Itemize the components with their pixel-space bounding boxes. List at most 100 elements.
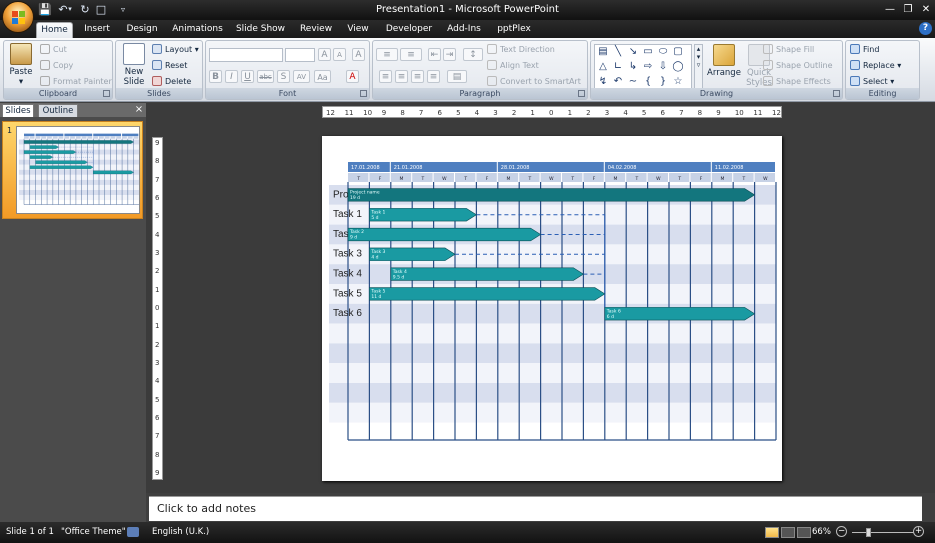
- tab-animations[interactable]: Animations: [171, 22, 224, 38]
- bold-button[interactable]: B: [209, 70, 222, 83]
- textbox-shape-icon[interactable]: ▤: [597, 46, 609, 58]
- shadow-button[interactable]: S: [277, 70, 290, 83]
- wave-shape-icon[interactable]: ∼: [627, 76, 639, 88]
- new-slide-button[interactable]: New Slide: [118, 43, 150, 87]
- office-button[interactable]: [2, 1, 34, 33]
- tab-add-ins[interactable]: Add-Ins: [444, 22, 484, 38]
- spell-check-icon[interactable]: [127, 527, 139, 537]
- align-center-icon[interactable]: ≡: [395, 70, 408, 83]
- left-brace-shape-icon[interactable]: {: [642, 76, 654, 88]
- find-button[interactable]: Find: [850, 44, 879, 55]
- paragraph-launcher-icon[interactable]: [578, 90, 585, 97]
- align-right-icon[interactable]: ≡: [411, 70, 424, 83]
- tab-review[interactable]: Review: [298, 22, 334, 38]
- tab-pptplex[interactable]: pptPlex: [494, 22, 534, 38]
- paste-button[interactable]: Paste ▾: [6, 43, 36, 87]
- oval-shape-icon[interactable]: ⬭: [657, 46, 669, 58]
- increase-indent-icon[interactable]: ⇥: [443, 48, 456, 61]
- elbow-connector-icon[interactable]: ∟: [612, 61, 624, 73]
- grow-font-button[interactable]: A: [318, 48, 331, 61]
- down-arrow-shape-icon[interactable]: ⇩: [657, 61, 669, 73]
- change-case-button[interactable]: Aa: [314, 70, 331, 83]
- notes-pane[interactable]: Click to add notes: [149, 496, 922, 521]
- convert-smartart-button[interactable]: Convert to SmartArt: [487, 76, 581, 87]
- tab-slide-show[interactable]: Slide Show: [234, 22, 287, 38]
- star-shape-icon[interactable]: ☆: [672, 76, 684, 88]
- tab-developer[interactable]: Developer: [383, 22, 435, 38]
- zoom-in-icon[interactable]: +: [913, 526, 924, 537]
- reset-button[interactable]: Reset: [152, 60, 187, 71]
- normal-view-icon[interactable]: [765, 527, 779, 538]
- language[interactable]: English (U.K.): [152, 527, 209, 537]
- right-brace-shape-icon[interactable]: }: [657, 76, 669, 88]
- cut-button[interactable]: Cut: [40, 44, 67, 55]
- arrange-button[interactable]: Arrange: [705, 44, 743, 78]
- rectangle-shape-icon[interactable]: ▭: [642, 46, 654, 58]
- ruler-tick-label: 7: [155, 432, 160, 441]
- line-spacing-icon[interactable]: ↕: [463, 48, 483, 61]
- clear-formatting-button[interactable]: A: [352, 48, 365, 61]
- gallery-scroll[interactable]: ▴ ▾ ▿: [694, 44, 703, 89]
- zoom-slider[interactable]: [852, 532, 914, 533]
- numbering-icon[interactable]: ≡: [400, 48, 422, 61]
- align-left-icon[interactable]: ≡: [379, 70, 392, 83]
- delete-slide-button[interactable]: Delete: [152, 76, 191, 87]
- arrow-line-shape-icon[interactable]: ↘: [627, 46, 639, 58]
- shape-fill-button[interactable]: Shape Fill: [763, 44, 814, 55]
- italic-button[interactable]: I: [225, 70, 238, 83]
- font-color-button[interactable]: A: [346, 70, 359, 83]
- lightning-shape-icon[interactable]: ↯: [597, 76, 609, 88]
- day-header-cell: [58, 136, 64, 139]
- columns-icon[interactable]: ▤: [447, 70, 467, 83]
- layout-button[interactable]: Layout ▾: [152, 44, 199, 55]
- shrink-font-button[interactable]: A: [333, 48, 346, 61]
- replace-button[interactable]: Replace ▾: [850, 60, 901, 71]
- font-name-field[interactable]: [209, 48, 283, 62]
- decrease-indent-icon[interactable]: ⇤: [428, 48, 441, 61]
- select-button[interactable]: Select ▾: [850, 76, 894, 87]
- underline-button[interactable]: U: [241, 70, 254, 83]
- clipboard-launcher-icon[interactable]: [103, 90, 110, 97]
- elbow-arrow-icon[interactable]: ↳: [627, 61, 639, 73]
- triangle-shape-icon[interactable]: △: [597, 61, 609, 73]
- text-direction-button[interactable]: Text Direction: [487, 44, 555, 55]
- zoom-slider-thumb[interactable]: [866, 528, 871, 537]
- tab-insert[interactable]: Insert: [80, 22, 114, 38]
- slide-thumbnail-1[interactable]: 1: [2, 121, 143, 219]
- font-size-field[interactable]: [285, 48, 315, 62]
- slide-canvas[interactable]: 17.01.2008 21.01.2008 28.01.2008 04.02.2008…: [322, 136, 782, 481]
- strikethrough-button[interactable]: abc: [257, 70, 274, 83]
- restore-icon[interactable]: ❐: [900, 3, 916, 16]
- day-header-cell: [104, 136, 110, 139]
- shapes-gallery[interactable]: ▤ ╲ ↘ ▭ ⬭ ▢ △ ∟ ↳ ⇨ ⇩ ◯ ↯ ↶ ∼ { } ☆: [594, 44, 692, 89]
- zoom-out-icon[interactable]: −: [836, 526, 847, 537]
- callout-shape-icon[interactable]: ◯: [672, 61, 684, 73]
- close-icon[interactable]: ✕: [918, 3, 934, 16]
- right-arrow-shape-icon[interactable]: ⇨: [642, 61, 654, 73]
- tab-slides-pane[interactable]: Slides: [2, 104, 34, 117]
- format-painter-button[interactable]: Format Painter: [40, 76, 112, 87]
- tab-outline-pane[interactable]: Outline: [38, 104, 78, 117]
- align-text-button[interactable]: Align Text: [487, 60, 539, 71]
- tab-design[interactable]: Design: [124, 22, 160, 38]
- character-spacing-button[interactable]: AV: [293, 70, 310, 83]
- curve-shape-icon[interactable]: ↶: [612, 76, 624, 88]
- font-launcher-icon[interactable]: [360, 90, 367, 97]
- copy-button[interactable]: Copy: [40, 60, 73, 71]
- minimize-icon[interactable]: —: [882, 3, 898, 16]
- slide-sorter-view-icon[interactable]: [781, 527, 795, 538]
- week-header-cell: [35, 133, 64, 137]
- rounded-rect-shape-icon[interactable]: ▢: [672, 46, 684, 58]
- bullets-icon[interactable]: ≡: [376, 48, 398, 61]
- drawing-launcher-icon[interactable]: [833, 90, 840, 97]
- justify-icon[interactable]: ≡: [427, 70, 440, 83]
- zoom-level[interactable]: 66%: [812, 527, 831, 537]
- shape-effects-button[interactable]: Shape Effects: [763, 76, 831, 87]
- help-icon[interactable]: ?: [919, 22, 932, 35]
- tab-view[interactable]: View: [343, 22, 373, 38]
- shape-outline-button[interactable]: Shape Outline: [763, 60, 833, 71]
- line-shape-icon[interactable]: ╲: [612, 46, 624, 58]
- slide-show-view-icon[interactable]: [797, 527, 811, 538]
- tab-home[interactable]: Home: [36, 22, 73, 38]
- close-pane-icon[interactable]: ×: [134, 104, 144, 116]
